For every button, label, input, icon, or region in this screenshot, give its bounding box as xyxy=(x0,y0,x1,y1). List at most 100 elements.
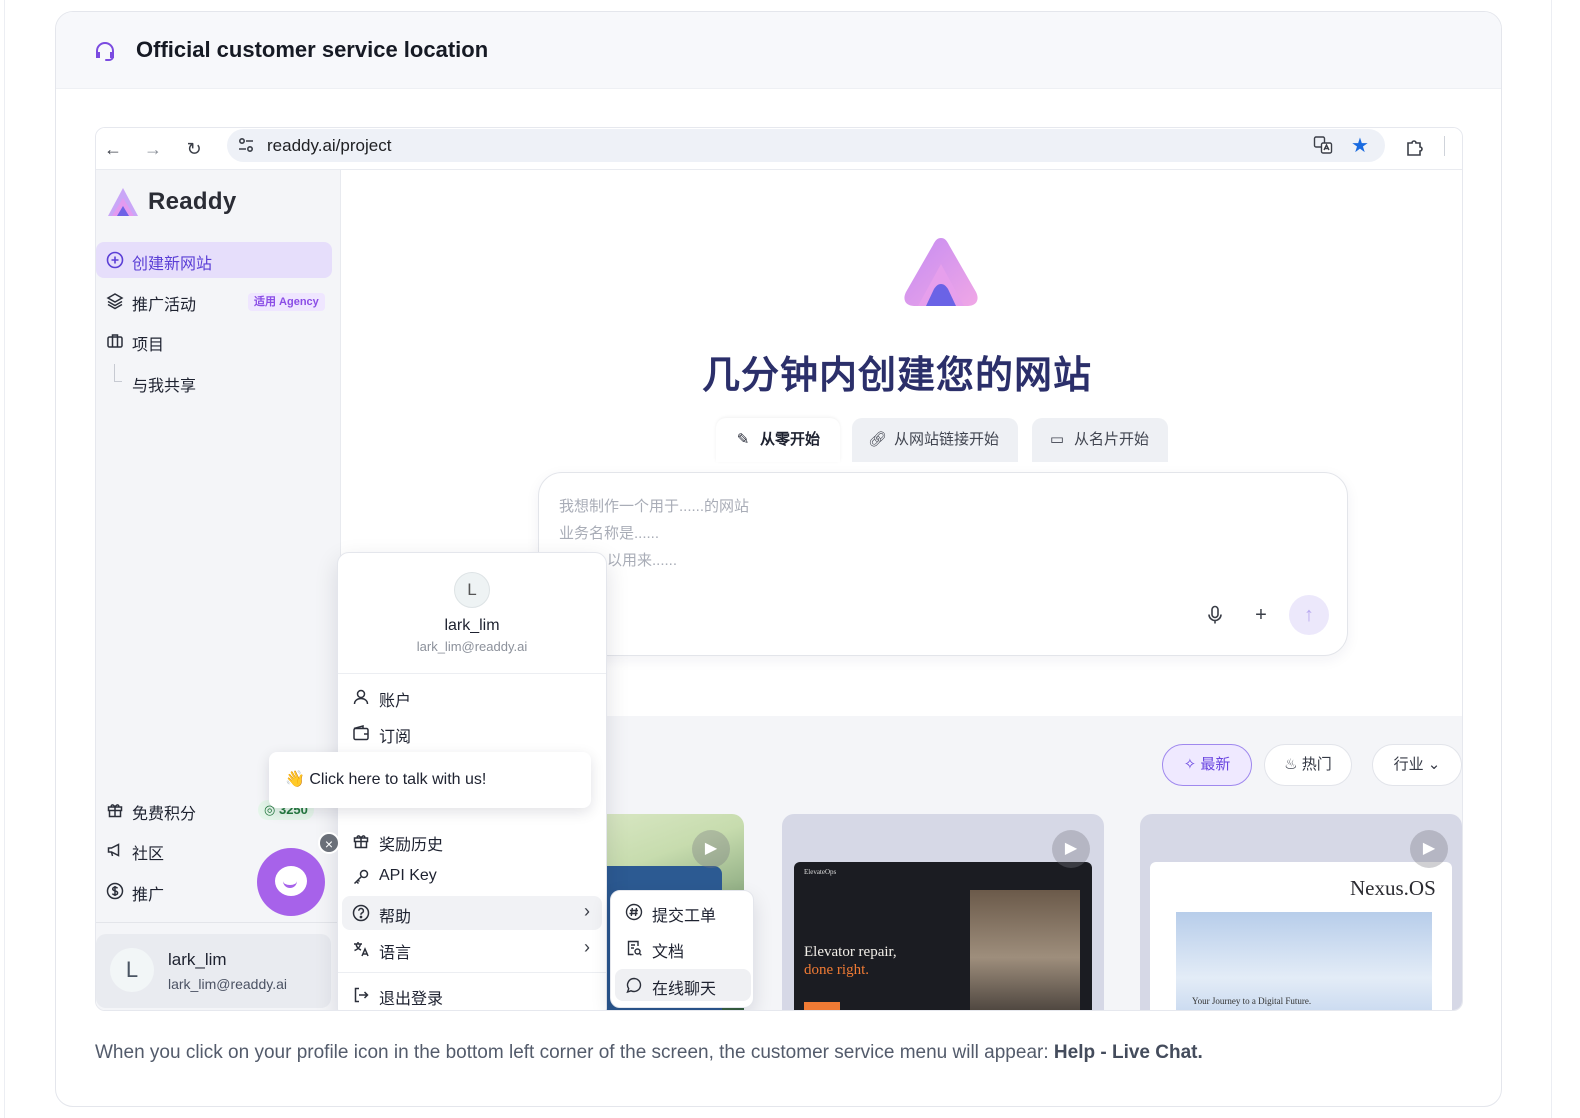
translate-page-icon[interactable] xyxy=(1313,135,1333,155)
tab-label: 从名片开始 xyxy=(1074,431,1150,448)
filter-label: 最新 xyxy=(1200,756,1231,773)
user-email: lark_lim@readdy.ai xyxy=(168,976,287,992)
briefcase-icon xyxy=(107,334,123,348)
menu-item-label: 语言 xyxy=(379,945,412,962)
filter-latest[interactable]: ✧ 最新 xyxy=(1162,744,1252,786)
chevron-down-icon: ⌄ xyxy=(1423,756,1441,773)
menu-item-label: 帮助 xyxy=(379,909,412,926)
help-circle-icon xyxy=(352,904,370,922)
sidebar-item-label: 社区 xyxy=(132,846,165,863)
thumb-brand: ElevateOps xyxy=(804,868,837,876)
submenu-item-submit-ticket[interactable]: 提交工单 xyxy=(615,896,751,928)
brand-name: Readdy xyxy=(148,188,237,215)
card-header: Official customer service location xyxy=(56,12,1501,89)
submenu-item-live-chat[interactable]: 在线聊天 xyxy=(615,969,751,1001)
chat-launcher-button[interactable] xyxy=(257,848,325,916)
dollar-circle-icon xyxy=(106,882,124,900)
address-bar[interactable]: readdy.ai/project ★ xyxy=(227,129,1385,162)
tab-from-scratch[interactable]: ✎ 从零开始 xyxy=(716,418,840,462)
bookmark-star-icon[interactable]: ★ xyxy=(1351,133,1369,158)
chat-tooltip[interactable]: 👋 Click here to talk with us! xyxy=(269,752,591,808)
card-title: Official customer service location xyxy=(136,37,489,62)
submenu-item-docs[interactable]: 文档 xyxy=(615,932,751,964)
placeholder-line: 业务名称是...... xyxy=(559,525,660,542)
close-icon[interactable]: × xyxy=(318,832,340,854)
video-icon[interactable]: ▶︎ xyxy=(1410,830,1448,868)
sidebar-item-shared-with-me[interactable]: 与我共享 xyxy=(96,364,331,400)
browser-toolbar: ← → ↻ readdy.ai/project ★ xyxy=(96,128,1462,170)
menu-item-help[interactable]: 帮助 › xyxy=(342,896,602,930)
placeholder-line: 以用来...... xyxy=(607,552,678,569)
gift-icon xyxy=(107,804,123,818)
filter-label: 热门 xyxy=(1301,756,1332,773)
video-icon[interactable]: ▶︎ xyxy=(1052,830,1090,868)
page-right-border xyxy=(1551,0,1552,1118)
prompt-textarea[interactable]: 我想制作一个用于......的网站 业务名称是...... 以用来...... … xyxy=(538,472,1348,656)
menu-item-subscription[interactable]: 订阅 xyxy=(342,716,602,750)
avatar[interactable]: L xyxy=(110,948,154,992)
layers-icon xyxy=(106,293,124,310)
sidebar-item-label: 免费积分 xyxy=(132,806,197,823)
thumb-headline: Elevator repair, xyxy=(804,944,897,960)
page-headline: 几分钟内创建您的网站 xyxy=(701,355,1092,397)
menu-item-account[interactable]: 账户 xyxy=(342,680,602,714)
flame-icon: ♨ xyxy=(1284,756,1302,773)
sidebar-item-label: 项目 xyxy=(132,337,165,354)
microphone-icon[interactable] xyxy=(1195,595,1235,635)
user-icon xyxy=(353,689,369,705)
reload-icon[interactable]: ↻ xyxy=(183,138,205,160)
elevator-photo xyxy=(970,890,1080,1010)
sidebar-item-label: 推广活动 xyxy=(132,297,197,314)
gift-icon xyxy=(353,835,369,849)
send-button[interactable]: ↑ xyxy=(1289,595,1329,635)
menu-item-label: 奖励历史 xyxy=(379,837,444,854)
sidebar-item-projects[interactable]: 项目 xyxy=(96,323,331,359)
megaphone-icon xyxy=(107,843,120,857)
menu-item-logout[interactable]: 退出登录 xyxy=(342,978,602,1010)
menu-item-language[interactable]: 语言 › xyxy=(342,932,602,966)
placeholder-line: 我想制作一个用于......的网站 xyxy=(559,498,750,515)
user-profile-card[interactable]: L lark_lim lark_lim@readdy.ai xyxy=(96,934,331,1008)
chevron-right-icon: › xyxy=(584,937,590,957)
filter-industry[interactable]: 行业 ⌄ xyxy=(1372,744,1462,786)
toolbar-separator xyxy=(1444,136,1445,156)
sidebar-item-create-site[interactable]: 创建新网站 xyxy=(96,242,332,278)
caption-highlight: Help - Live Chat. xyxy=(1053,1042,1203,1063)
menu-item-label: API Key xyxy=(379,867,437,884)
sidebar-item-label: 创建新网站 xyxy=(132,256,213,273)
thumb-subtitle: Your Journey to a Digital Future. xyxy=(1192,996,1312,1006)
menu-user-email: lark_lim@readdy.ai xyxy=(416,639,528,654)
extensions-puzzle-icon[interactable] xyxy=(1404,136,1426,158)
pencil-icon: ✎ xyxy=(736,431,750,448)
forward-arrow-icon[interactable]: → xyxy=(142,138,164,160)
tab-from-card[interactable]: ▭ 从名片开始 xyxy=(1032,418,1168,462)
plus-circle-icon xyxy=(106,251,124,269)
chat-bubble-icon xyxy=(275,866,307,896)
thumbnail-preview: Nexus.OS Your Journey to a Digital Futur… xyxy=(1150,862,1452,1010)
document-search-icon xyxy=(627,940,642,956)
sidebar-item-label: 与我共享 xyxy=(132,378,197,395)
video-icon[interactable]: ▶︎ xyxy=(692,830,730,868)
menu-divider xyxy=(338,673,606,674)
tab-from-link[interactable]: 🔗︎ 从网站链接开始 xyxy=(852,418,1018,462)
id-card-icon: ▭ xyxy=(1049,431,1065,448)
caption: When you click on your profile icon in t… xyxy=(95,1042,1203,1064)
menu-item-api-key[interactable]: API Key xyxy=(342,860,602,894)
site-settings-icon[interactable] xyxy=(237,136,255,154)
thumbnail-preview: ElevateOps Elevator repair, done right. xyxy=(794,862,1092,1010)
filter-popular[interactable]: ♨ 热门 xyxy=(1264,744,1352,786)
menu-item-reward-history[interactable]: 奖励历史 xyxy=(342,824,602,858)
template-thumbnail[interactable]: Nexus.OS Your Journey to a Digital Futur… xyxy=(1140,814,1462,1010)
sparkle-icon: ✧ xyxy=(1183,756,1201,773)
menu-item-label: 订阅 xyxy=(379,729,412,746)
hash-icon xyxy=(625,903,643,921)
submenu-item-label: 在线聊天 xyxy=(652,981,717,998)
sidebar-item-label: 推广 xyxy=(132,887,165,904)
add-attachment-icon[interactable]: + xyxy=(1241,595,1281,635)
back-arrow-icon[interactable]: ← xyxy=(102,138,124,160)
sidebar-item-promotions[interactable]: 推广活动 适用 Agency xyxy=(96,283,331,319)
menu-item-label: 退出登录 xyxy=(379,991,444,1008)
thumb-headline-accent: done right. xyxy=(804,962,869,978)
template-thumbnail[interactable]: ElevateOps Elevator repair, done right. … xyxy=(782,814,1104,1010)
screenshot-frame: ← → ↻ readdy.ai/project ★ Readdy 创建新网站 推… xyxy=(95,127,1463,1011)
